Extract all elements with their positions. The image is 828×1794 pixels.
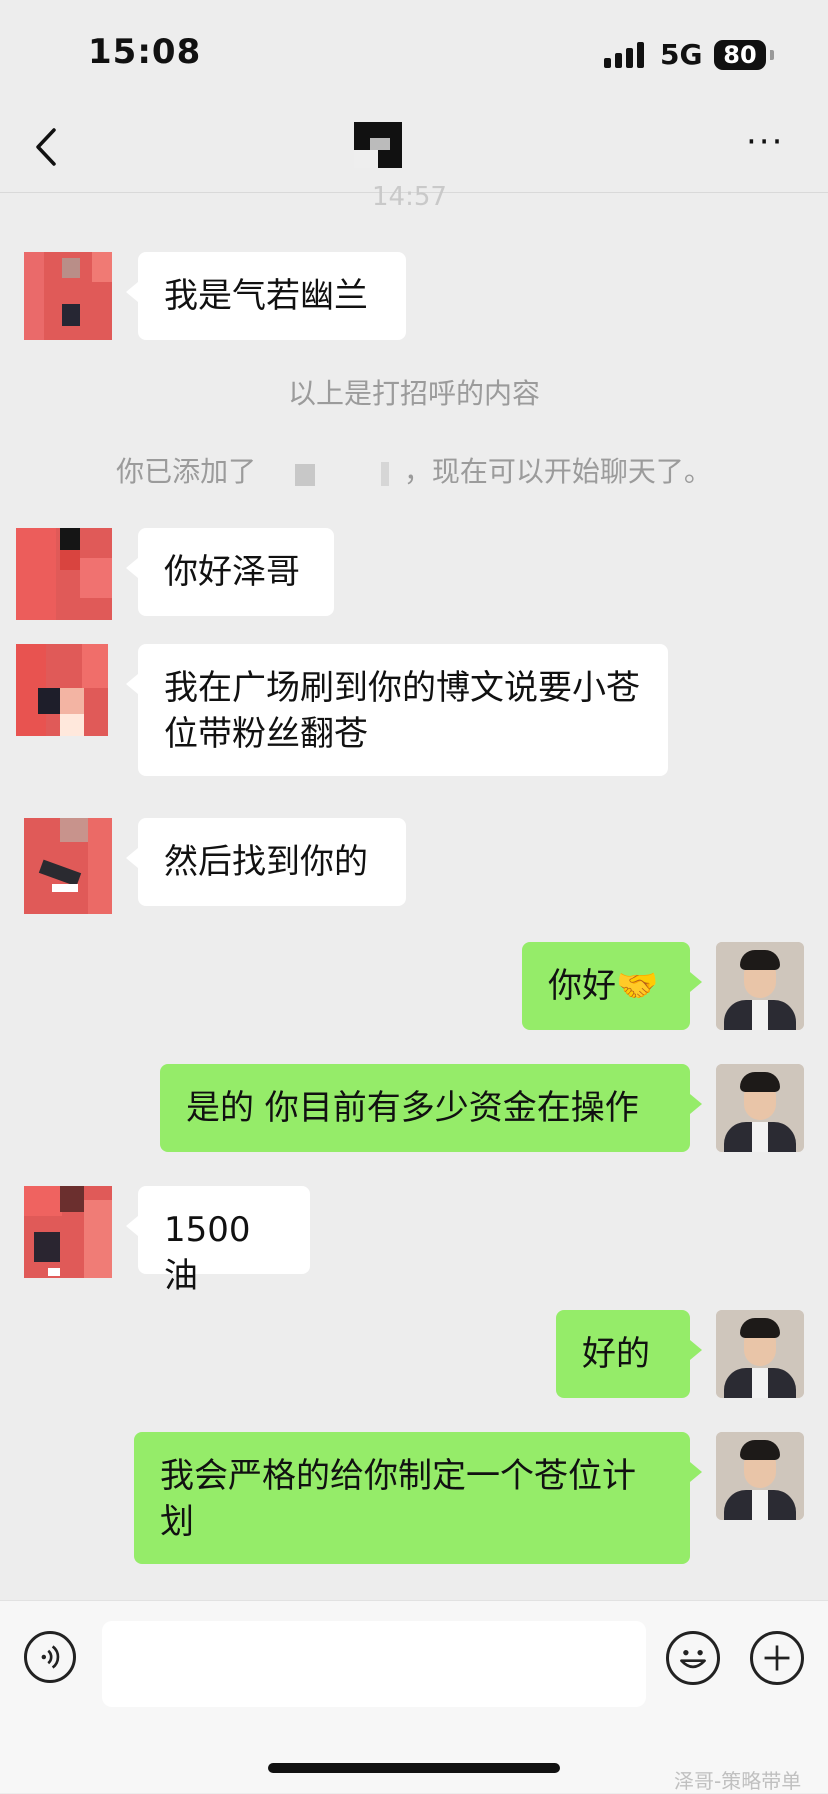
- my-avatar[interactable]: [716, 942, 804, 1030]
- message-bubble[interactable]: 我是气若幽兰: [126, 252, 406, 340]
- contact-avatar[interactable]: [354, 122, 402, 168]
- message-bubble[interactable]: 我会严格的给你制定一个苍位计划: [134, 1432, 702, 1564]
- my-avatar[interactable]: [716, 1064, 804, 1152]
- battery-icon: 80: [714, 40, 766, 70]
- status-time: 15:08: [88, 32, 202, 72]
- message-bubble[interactable]: 你好泽哥: [126, 528, 334, 616]
- more-icon[interactable]: ···: [746, 125, 796, 159]
- status-bar: 15:08 5G 80: [0, 0, 828, 100]
- message-bubble[interactable]: 是的 你目前有多少资金在操作: [160, 1064, 702, 1152]
- home-indicator: [268, 1763, 560, 1773]
- watermark: 泽哥-策略带单: [674, 1769, 802, 1793]
- emoji-icon[interactable]: [666, 1631, 720, 1685]
- message-bubble[interactable]: 好的: [556, 1310, 702, 1398]
- input-bar: 泽哥-策略带单: [0, 1600, 828, 1793]
- chat-header: ···: [0, 100, 828, 193]
- contact-avatar[interactable]: [24, 818, 112, 914]
- my-avatar[interactable]: [716, 1310, 804, 1398]
- added-notice-suffix: ，现在可以开始聊天了。: [403, 455, 712, 488]
- message-bubble[interactable]: 你好🤝: [522, 942, 702, 1030]
- contact-avatar[interactable]: [16, 528, 112, 620]
- message-bubble[interactable]: 我在广场刷到你的博文说要小苍位带粉丝翻苍: [126, 644, 668, 776]
- contact-avatar[interactable]: [24, 1186, 112, 1278]
- my-avatar[interactable]: [716, 1432, 804, 1520]
- contact-avatar[interactable]: [24, 252, 112, 340]
- back-icon[interactable]: [32, 124, 62, 170]
- plus-icon[interactable]: [750, 1631, 804, 1685]
- network-type: 5G: [660, 38, 703, 71]
- added-notice-prefix: 你已添加了: [116, 455, 257, 488]
- message-bubble[interactable]: 然后找到你的: [126, 818, 406, 906]
- message-input[interactable]: [102, 1621, 646, 1707]
- message-timestamp: 14:57: [372, 182, 447, 212]
- greeting-notice: 以上是打招呼的内容: [287, 377, 540, 410]
- signal-icon: [604, 42, 646, 68]
- battery-tip: [770, 50, 774, 60]
- voice-icon[interactable]: [24, 1631, 76, 1683]
- message-bubble[interactable]: 1500油: [126, 1186, 310, 1296]
- added-friend-notice: 你已添加了 ，现在可以开始聊天了。: [0, 450, 828, 490]
- blurred-contact-name: [265, 458, 395, 488]
- contact-avatar[interactable]: [16, 644, 108, 736]
